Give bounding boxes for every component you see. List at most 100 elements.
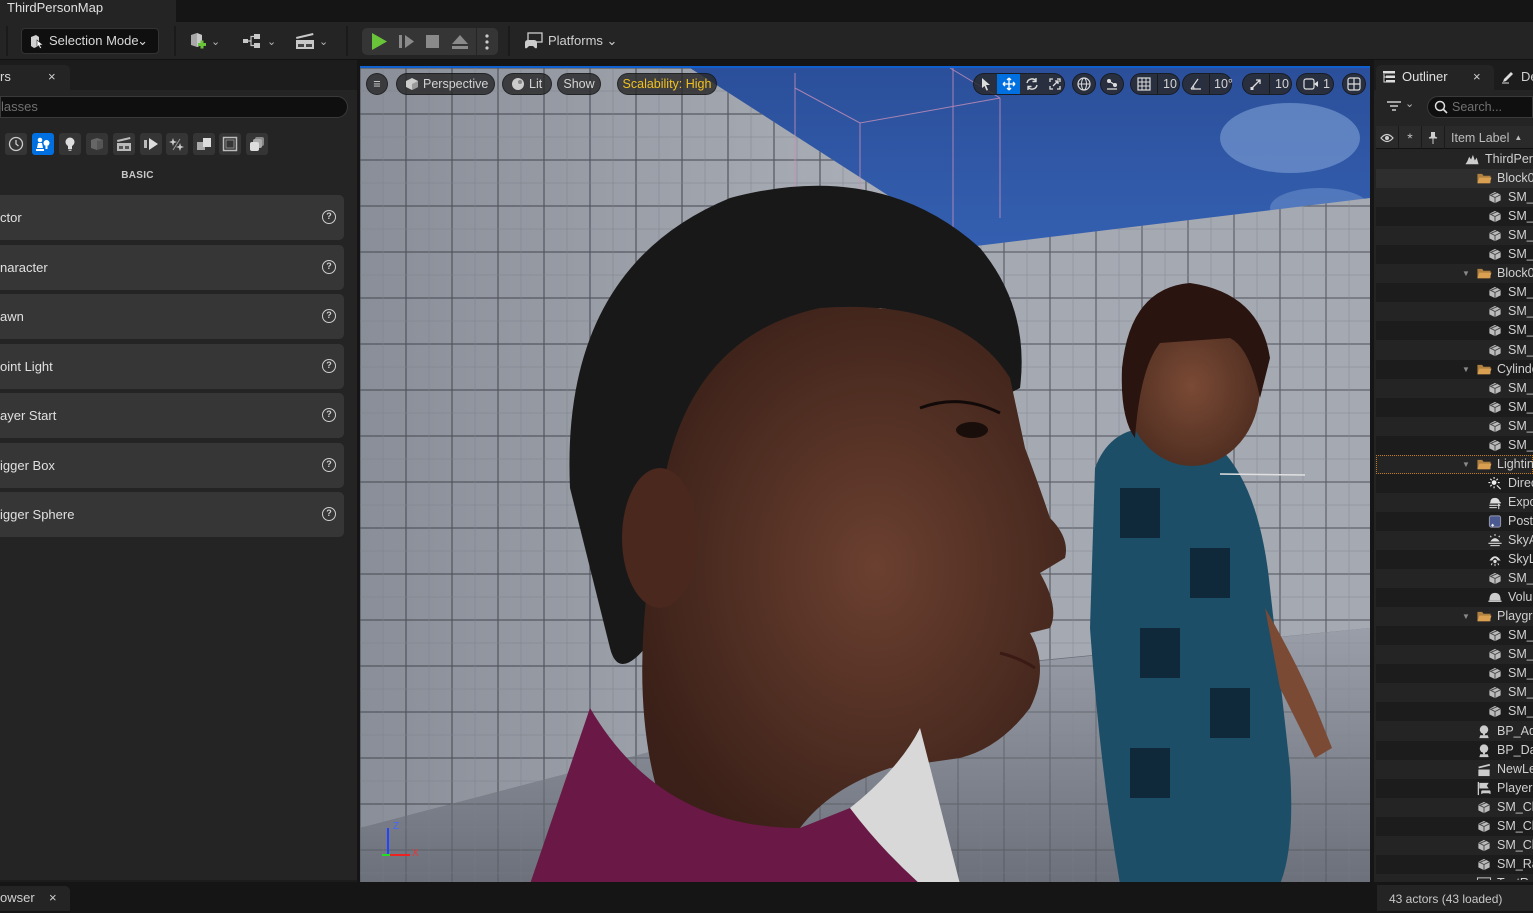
perspective-dropdown[interactable]: Perspective xyxy=(396,73,495,95)
outliner-row[interactable]: SM_ xyxy=(1376,341,1533,360)
camera-speed-control[interactable]: 1 xyxy=(1296,73,1334,95)
outliner-row[interactable]: Volu xyxy=(1376,588,1533,608)
content-browser-tab[interactable]: owser × xyxy=(0,886,70,911)
outliner-row[interactable]: ▼ Lightin xyxy=(1376,454,1533,474)
level-tab[interactable]: ThirdPersonMap xyxy=(0,0,176,22)
outliner-row[interactable]: SM_ xyxy=(1376,207,1533,227)
category-geometry[interactable] xyxy=(219,133,241,155)
outliner-row[interactable]: SM_ xyxy=(1376,283,1533,303)
surface-snapping-button[interactable] xyxy=(1100,73,1124,95)
translate-tool-button[interactable] xyxy=(997,74,1020,94)
outliner-row[interactable]: SM_Ch xyxy=(1376,836,1533,855)
outliner-row[interactable]: SM_ xyxy=(1376,569,1533,588)
outliner-row[interactable]: SkyL xyxy=(1376,550,1533,570)
help-icon[interactable]: ? xyxy=(322,458,336,472)
play-options-button[interactable] xyxy=(478,32,496,51)
category-volumes[interactable] xyxy=(166,133,188,155)
actor-item-character[interactable]: naracter? xyxy=(0,245,344,290)
viewport-menu-button[interactable]: ≡ xyxy=(366,73,388,95)
selection-mode-dropdown[interactable]: Selection Mode ⌄ xyxy=(21,28,159,54)
outliner-row[interactable]: SM_ xyxy=(1376,683,1533,702)
outliner-row[interactable]: SM_ xyxy=(1376,417,1533,436)
close-icon[interactable]: × xyxy=(49,886,57,910)
cinematics-button[interactable]: ⌄ xyxy=(294,28,328,54)
outliner-row[interactable]: ▼ Playgr xyxy=(1376,607,1533,626)
actor-item-trigger-box[interactable]: igger Box? xyxy=(0,443,344,488)
visibility-column[interactable] xyxy=(1376,126,1399,149)
outliner-row[interactable]: SM_Ch xyxy=(1376,798,1533,817)
eject-button[interactable] xyxy=(450,32,470,51)
rotation-snap-control[interactable]: 10° xyxy=(1182,73,1233,95)
category-others[interactable] xyxy=(246,133,268,155)
outliner-row[interactable]: SM_Ra xyxy=(1376,854,1533,874)
outliner-row[interactable]: SM_ xyxy=(1376,302,1533,321)
actor-item-actor[interactable]: ctor? xyxy=(0,195,344,240)
expand-arrow-icon[interactable]: ▼ xyxy=(1462,455,1472,474)
actor-item-player-start[interactable]: ayer Start? xyxy=(0,393,344,438)
details-tab[interactable]: De xyxy=(1496,65,1533,90)
outliner-row[interactable]: ▼ Cylinde xyxy=(1376,359,1533,379)
view-mode-dropdown[interactable]: Lit xyxy=(502,73,552,95)
actor-item-pawn[interactable]: awn? xyxy=(0,294,344,339)
outliner-row[interactable]: Player xyxy=(1376,778,1533,798)
outliner-row[interactable]: SM_ xyxy=(1376,188,1533,207)
outliner-row[interactable]: Post xyxy=(1376,511,1533,531)
outliner-row[interactable]: SkyA xyxy=(1376,531,1533,550)
outliner-row[interactable]: SM_ xyxy=(1376,397,1533,417)
search-classes-input[interactable]: lasses xyxy=(0,96,348,118)
outliner-row[interactable]: SM_ xyxy=(1376,379,1533,398)
expand-arrow-icon[interactable]: ▼ xyxy=(1462,360,1472,379)
outliner-row[interactable]: ThirdPer xyxy=(1376,150,1533,169)
outliner-search-input[interactable]: Search... xyxy=(1427,96,1533,118)
outliner-row[interactable]: SM_ xyxy=(1376,226,1533,245)
help-icon[interactable]: ? xyxy=(322,408,336,422)
category-visual-effects[interactable] xyxy=(140,133,162,155)
outliner-row[interactable]: SM_ xyxy=(1376,664,1533,684)
help-icon[interactable]: ? xyxy=(322,210,336,224)
scale-tool-button[interactable] xyxy=(1043,74,1064,94)
help-icon[interactable]: ? xyxy=(322,359,336,373)
category-shapes[interactable] xyxy=(86,133,108,155)
outliner-row[interactable]: NewLe xyxy=(1376,760,1533,779)
expand-arrow-icon[interactable]: ▼ xyxy=(1462,607,1472,626)
scalability-dropdown[interactable]: Scalability: High xyxy=(617,73,717,95)
outliner-row[interactable]: SM_ xyxy=(1376,245,1533,265)
actor-item-trigger-sphere[interactable]: igger Sphere? xyxy=(0,492,344,537)
close-icon[interactable]: × xyxy=(1473,65,1481,89)
place-actors-tab[interactable]: rs × xyxy=(0,65,70,90)
outliner-row[interactable]: SM_ xyxy=(1376,645,1533,664)
close-icon[interactable]: × xyxy=(48,65,56,89)
category-basic[interactable] xyxy=(32,133,54,155)
outliner-row[interactable]: BP_Da xyxy=(1376,740,1533,760)
viewport-layout-button[interactable] xyxy=(1342,73,1366,95)
grid-snap-control[interactable]: 10 xyxy=(1130,73,1180,95)
outliner-row[interactable]: Block0 xyxy=(1376,169,1533,189)
category-recent[interactable] xyxy=(5,133,27,155)
add-actor-button[interactable]: ⌄ xyxy=(188,28,220,54)
category-cinematic[interactable] xyxy=(113,133,135,155)
outliner-row[interactable]: SM_Ch xyxy=(1376,816,1533,836)
outliner-row[interactable]: SM_ xyxy=(1376,321,1533,341)
filter-button[interactable]: ⌄ xyxy=(1386,98,1418,117)
platforms-dropdown[interactable]: Platforms ⌄ xyxy=(524,28,617,54)
play-button[interactable] xyxy=(369,32,389,51)
outliner-row[interactable]: SM_ xyxy=(1376,702,1533,722)
help-icon[interactable]: ? xyxy=(322,260,336,274)
outliner-tab[interactable]: Outliner × xyxy=(1376,65,1494,90)
level-viewport[interactable]: Z X ≡ Perspective Lit Show Scalability: … xyxy=(360,66,1370,882)
coordinate-system-button[interactable] xyxy=(1072,73,1096,95)
category-all-classes[interactable] xyxy=(193,133,215,155)
expand-arrow-icon[interactable]: ▼ xyxy=(1462,264,1472,283)
advance-frame-button[interactable] xyxy=(397,32,417,51)
outliner-row[interactable]: ▼ Block0 xyxy=(1376,264,1533,283)
category-lights[interactable] xyxy=(59,133,81,155)
help-icon[interactable]: ? xyxy=(322,309,336,323)
outliner-row[interactable]: SM_ xyxy=(1376,435,1533,455)
scale-snap-control[interactable]: 10 xyxy=(1242,73,1292,95)
actor-item-point-light[interactable]: oint Light? xyxy=(0,344,344,389)
pin-column[interactable] xyxy=(1422,126,1445,149)
favorite-column[interactable]: * xyxy=(1399,126,1422,149)
show-dropdown[interactable]: Show xyxy=(557,73,601,95)
select-tool-button[interactable] xyxy=(974,74,997,94)
item-label-column[interactable]: Item Label ▲ xyxy=(1445,126,1533,149)
